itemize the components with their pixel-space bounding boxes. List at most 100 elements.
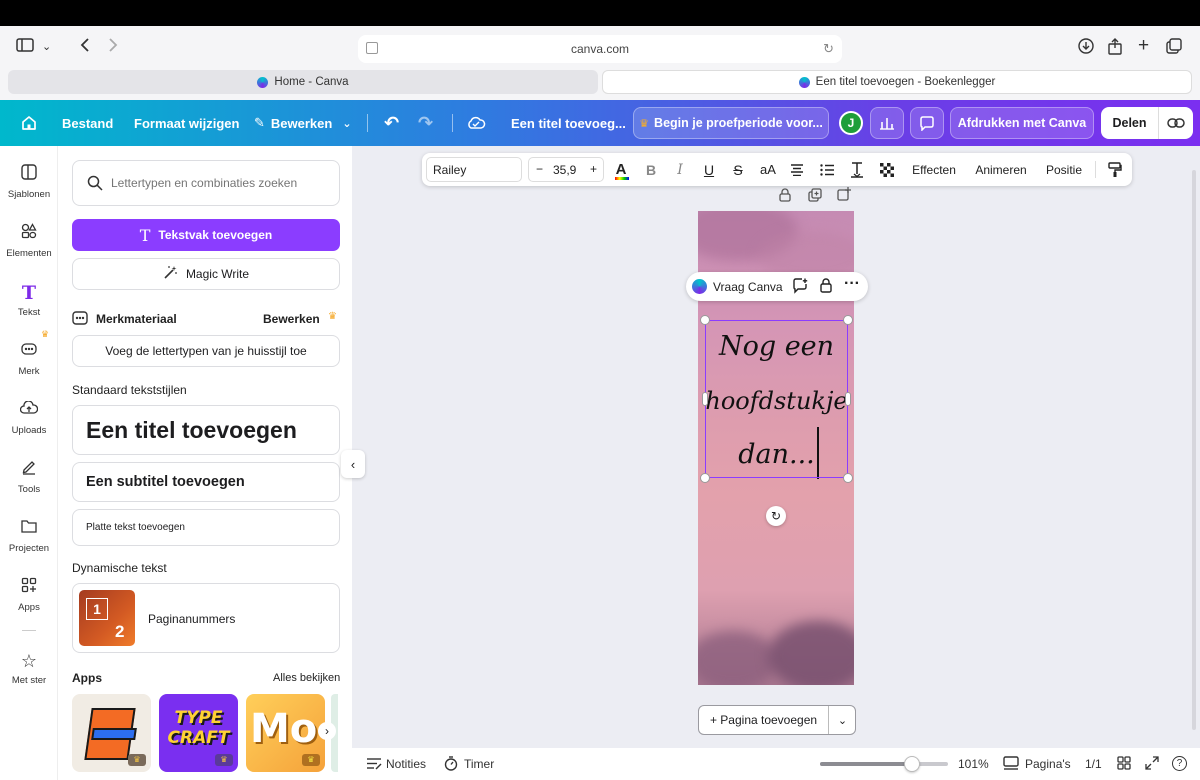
font-search-box[interactable] — [72, 160, 340, 206]
resize-handle[interactable] — [700, 473, 710, 483]
rotate-handle-icon[interactable]: ↻ — [766, 506, 786, 526]
rail-item-templates[interactable]: Sjablonen — [0, 164, 58, 200]
zoom-slider-handle[interactable] — [904, 756, 921, 772]
list-button[interactable] — [816, 153, 838, 186]
home-icon[interactable] — [20, 100, 38, 146]
transparency-button[interactable] — [876, 153, 898, 186]
share-icon[interactable] — [1108, 38, 1122, 59]
bold-button[interactable]: B — [640, 153, 662, 186]
status-strip — [0, 0, 1200, 26]
duplicate-page-icon[interactable] — [808, 188, 822, 207]
add-textbox-button[interactable]: T Tekstvak toevoegen — [72, 219, 340, 251]
increase-size-button[interactable]: + — [590, 162, 597, 176]
forward-icon[interactable] — [108, 38, 118, 56]
side-handle[interactable] — [702, 392, 708, 406]
zoom-value[interactable]: 101% — [958, 757, 989, 771]
ask-canva-button[interactable]: Vraag Canva — [713, 280, 783, 294]
zoom-slider-track[interactable] — [820, 756, 948, 772]
redo-icon[interactable]: ↷ — [418, 100, 433, 146]
app-tile-3[interactable]: Mo ♛ — [246, 694, 325, 772]
collapse-panel-button[interactable]: ‹ — [341, 450, 365, 478]
resize-handle[interactable] — [843, 473, 853, 483]
copy-link-button[interactable] — [1159, 107, 1193, 139]
bullet-list-icon — [820, 163, 834, 176]
print-button[interactable]: Afdrukken met Canva — [950, 107, 1094, 139]
rail-item-projects[interactable]: Projecten — [0, 518, 58, 554]
position-button[interactable]: Positie — [1042, 153, 1086, 186]
tab-bookmark[interactable]: Een titel toevoegen - Boekenlegger — [602, 70, 1192, 94]
animate-button[interactable]: Animeren — [972, 153, 1030, 186]
comments-button[interactable] — [910, 107, 944, 139]
letter-case-button[interactable]: aA — [756, 153, 780, 186]
tabs-overview-icon[interactable] — [1166, 38, 1182, 58]
decrease-size-button[interactable]: − — [536, 162, 543, 176]
back-icon[interactable] — [80, 38, 90, 56]
grid-view-icon[interactable] — [1117, 756, 1131, 773]
cloud-save-icon[interactable] — [466, 100, 486, 146]
add-comment-icon[interactable] — [792, 278, 809, 297]
menu-edit[interactable]: ✎ Bewerken ⌄ — [254, 100, 352, 146]
insights-button[interactable] — [870, 107, 904, 139]
chevron-right-icon[interactable]: › — [318, 722, 336, 740]
add-page-button[interactable]: + Pagina toevoegen — [699, 706, 829, 734]
magic-write-button[interactable]: Magic Write — [72, 258, 340, 290]
rail-item-brand[interactable]: ♛ Merk — [0, 329, 58, 377]
rail-item-elements[interactable]: Elementen — [0, 223, 58, 259]
rail-item-text[interactable]: T Tekst — [0, 282, 58, 318]
canvas-scrollbar[interactable] — [1192, 170, 1196, 730]
menu-file[interactable]: Bestand — [62, 100, 113, 146]
trial-button[interactable]: ♛ Begin je proefperiode voor... — [633, 107, 829, 139]
side-handle[interactable] — [845, 392, 851, 406]
lock-icon[interactable] — [820, 278, 832, 296]
url-bar[interactable]: canva.com ↻ — [358, 35, 842, 63]
app-tile-2-text: TYPE CRAFT — [167, 708, 230, 748]
rail-item-tools[interactable]: Tools — [0, 459, 58, 495]
rail-item-starred[interactable]: ☆ Met ster — [0, 650, 58, 686]
canva-logo-icon — [692, 279, 707, 294]
tab-home[interactable]: Home - Canva — [8, 70, 598, 94]
brand-kit-edit-link[interactable]: Bewerken — [263, 312, 320, 326]
rail-item-apps[interactable]: Apps — [0, 577, 58, 613]
app-tile-1[interactable]: ♛ — [72, 694, 151, 772]
sidebar-toggle-icon[interactable] — [16, 38, 34, 56]
lock-icon[interactable] — [779, 188, 791, 207]
add-brand-fonts-button[interactable]: Voeg de lettertypen van je huisstijl toe — [72, 335, 340, 367]
add-page-icon[interactable] — [837, 187, 851, 206]
menu-resize[interactable]: Formaat wijzigen — [134, 100, 239, 146]
more-options-icon[interactable]: ··· — [844, 275, 860, 293]
chevron-down-icon[interactable]: ⌄ — [42, 40, 51, 53]
pages-button[interactable]: Pagina's — [1025, 757, 1071, 771]
fullscreen-icon[interactable] — [1145, 756, 1159, 773]
new-tab-icon[interactable]: + — [1138, 35, 1149, 57]
notes-button[interactable]: Notities — [386, 757, 426, 771]
effects-button[interactable]: Effecten — [908, 153, 960, 186]
resize-handle[interactable] — [700, 315, 710, 325]
italic-button[interactable]: I — [669, 153, 691, 186]
resize-handle[interactable] — [843, 315, 853, 325]
timer-button[interactable]: Timer — [464, 757, 494, 771]
align-center-button[interactable] — [786, 153, 808, 186]
underline-button[interactable]: U — [698, 153, 720, 186]
avatar[interactable]: J — [839, 111, 863, 135]
title-style-button[interactable]: Een titel toevoegen — [72, 405, 340, 455]
font-size-value[interactable]: 35,9 — [553, 163, 576, 177]
strikethrough-button[interactable]: S — [727, 153, 749, 186]
app-tile-2[interactable]: TYPE CRAFT ♛ — [159, 694, 238, 772]
rail-item-uploads[interactable]: Uploads — [0, 400, 58, 436]
body-style-button[interactable]: Platte tekst toevoegen — [72, 509, 340, 546]
text-color-button[interactable]: A — [610, 153, 632, 186]
undo-icon[interactable]: ↶ — [384, 100, 399, 146]
reload-icon[interactable]: ↻ — [823, 41, 834, 57]
page-numbers-card[interactable]: 1 2 Paginanummers — [72, 583, 340, 653]
share-button[interactable]: Delen — [1101, 107, 1159, 139]
help-icon[interactable]: ? — [1172, 756, 1187, 771]
font-family-select[interactable]: Railey — [426, 157, 522, 182]
download-icon[interactable] — [1078, 38, 1094, 58]
chevron-down-icon[interactable]: ⌄ — [829, 706, 855, 734]
document-title[interactable]: Een titel toevoeg... — [511, 100, 626, 146]
font-search-input[interactable] — [111, 176, 331, 190]
copy-style-button[interactable] — [1104, 153, 1126, 186]
spacing-button[interactable] — [846, 153, 868, 186]
apps-see-all-link[interactable]: Alles bekijken — [273, 672, 340, 684]
subtitle-style-button[interactable]: Een subtitel toevoegen — [72, 462, 340, 502]
